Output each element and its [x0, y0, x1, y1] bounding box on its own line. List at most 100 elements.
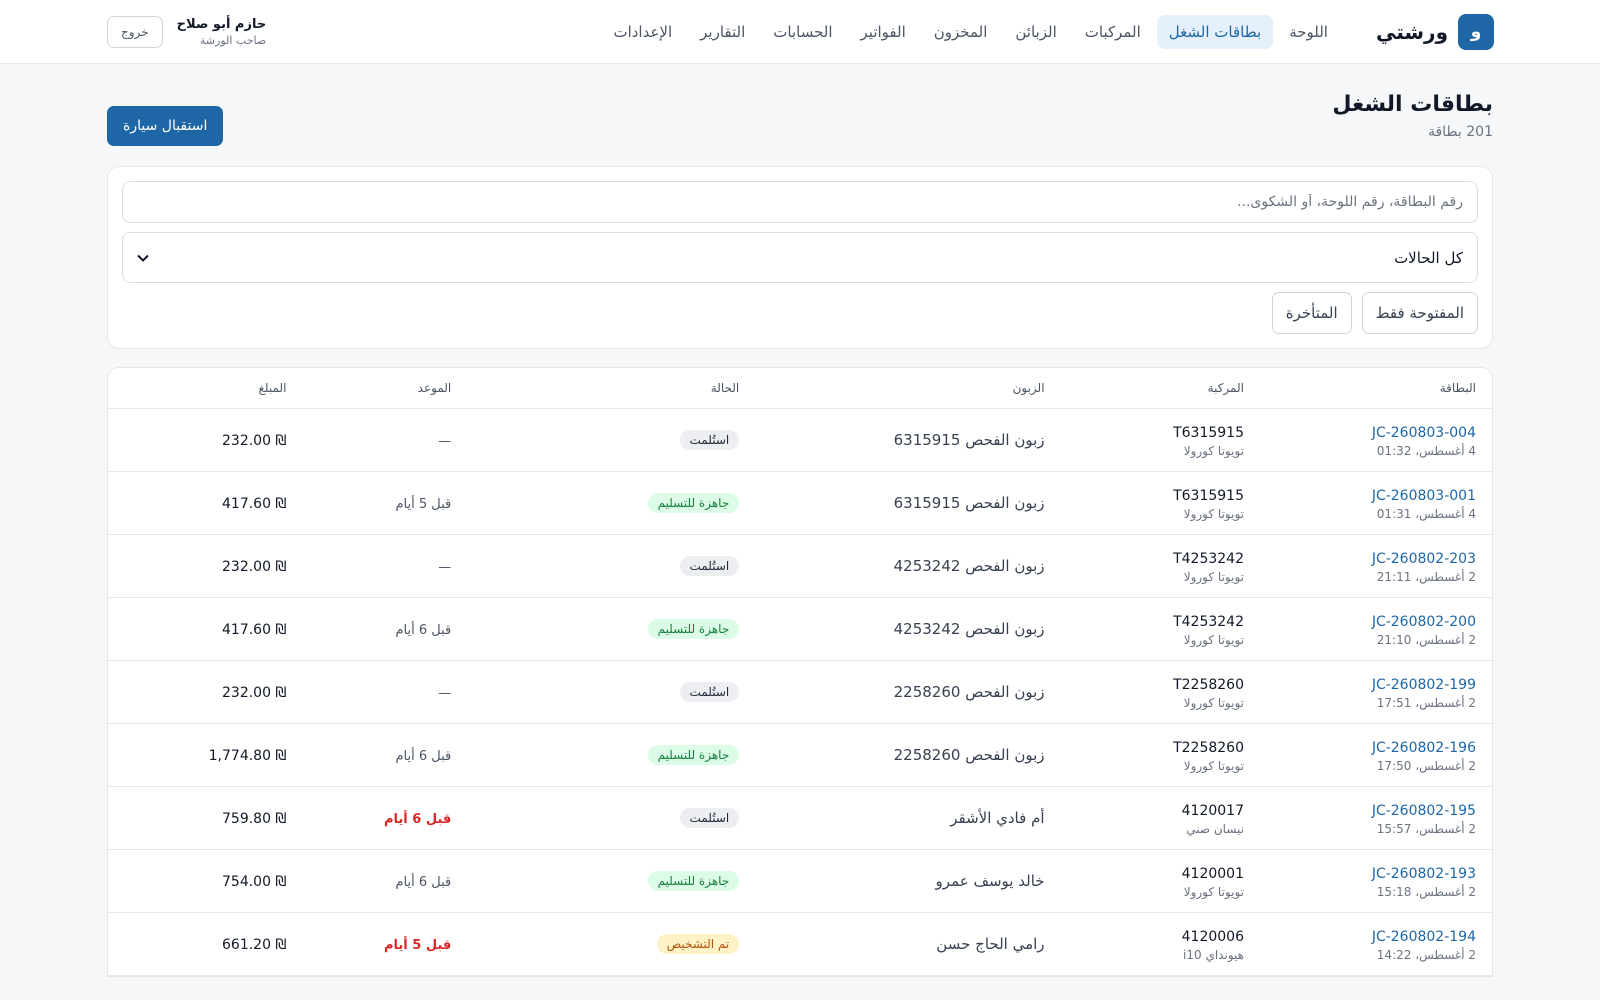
- card-id-link[interactable]: JC-260803-004: [1372, 425, 1476, 441]
- table-row[interactable]: JC-260803-001 4 أغسطس، 01:31 T6315915 تويوت…: [108, 471, 1492, 535]
- card-id-link[interactable]: JC-260802-203: [1372, 551, 1476, 567]
- header-vehicle[interactable]: المركبة: [1060, 368, 1260, 409]
- customer-cell: زبون الفحص 2258260: [755, 660, 1061, 724]
- card-cell: JC-260802-200 2 أغسطس، 21:10: [1259, 597, 1492, 661]
- nav-item[interactable]: الإعدادات: [601, 15, 684, 49]
- status-badge: تم التشخيص: [656, 934, 740, 954]
- card-date: 2 أغسطس، 21:10: [1376, 632, 1476, 647]
- card-date: 2 أغسطس، 17:50: [1376, 758, 1476, 773]
- card-id-link[interactable]: JC-260802-196: [1372, 740, 1476, 756]
- customer-cell: زبون الفحص 4253242: [755, 597, 1061, 661]
- status-badge: استُلمت: [679, 682, 740, 702]
- nav-item[interactable]: التقارير: [688, 15, 757, 49]
- card-id-link[interactable]: JC-260803-001: [1372, 488, 1476, 504]
- status-select[interactable]: كل الحالات: [122, 232, 1478, 283]
- card-id-link[interactable]: JC-260802-194: [1372, 929, 1476, 945]
- amount-value: 232.00 ₪: [222, 685, 287, 701]
- status-cell: جاهزة للتسليم: [467, 723, 756, 787]
- top-bar: و ورشتي اللوحة بطاقات الشغل المركبات الزبائ…: [0, 0, 1600, 64]
- main-nav: اللوحة بطاقات الشغل المركبات الزبائن المخزون…: [266, 14, 1340, 49]
- table-row[interactable]: JC-260802-203 2 أغسطس، 21:11 T4253242 تويوت…: [108, 534, 1492, 598]
- receive-car-button[interactable]: استقبال سيارة: [107, 106, 224, 146]
- vehicle-cell: T6315915 تويوتا كورولا: [1060, 471, 1260, 535]
- card-cell: JC-260803-001 4 أغسطس، 01:31: [1259, 471, 1492, 535]
- page-subtitle: 201 بطاقة: [1427, 124, 1493, 140]
- table-row[interactable]: JC-260802-199 2 أغسطس، 17:51 T2258260 تويوت…: [108, 660, 1492, 724]
- due-cell: قبل 6 أيام: [302, 723, 468, 787]
- vehicle-plate: T4253242: [1173, 613, 1244, 630]
- user-name: حازم أبو صلاح: [176, 16, 267, 32]
- search-input[interactable]: [122, 181, 1478, 223]
- due-cell: —: [302, 408, 468, 472]
- due-text: قبل 6 أيام: [395, 875, 452, 890]
- vehicle-plate: T4253242: [1173, 550, 1244, 567]
- status-cell: استُلمت: [467, 786, 756, 850]
- card-cell: JC-260802-195 2 أغسطس، 15:57: [1259, 786, 1492, 850]
- table-row[interactable]: JC-260802-194 2 أغسطس، 14:22 4120006 هيوندا…: [108, 912, 1492, 976]
- status-badge: استُلمت: [679, 556, 740, 576]
- status-badge: استُلمت: [679, 430, 740, 450]
- customer-cell: رامي الحاج حسن: [755, 912, 1061, 976]
- nav-item[interactable]: بطاقات الشغل: [1156, 14, 1274, 49]
- table-row[interactable]: JC-260802-196 2 أغسطس، 17:50 T2258260 تويوت…: [108, 723, 1492, 787]
- card-cell: JC-260803-004 4 أغسطس، 01:32: [1259, 408, 1492, 472]
- open-only-filter-button[interactable]: المفتوحة فقط: [1361, 292, 1478, 334]
- nav-item[interactable]: الحسابات: [761, 15, 844, 49]
- header-status[interactable]: الحالة: [467, 368, 756, 409]
- due-text: قبل 5 أيام: [383, 938, 452, 953]
- due-cell: قبل 6 أيام: [302, 849, 468, 913]
- header-amount[interactable]: المبلغ: [108, 368, 303, 409]
- nav-item[interactable]: المخزون: [922, 15, 1000, 49]
- card-date: 4 أغسطس، 01:32: [1376, 443, 1476, 458]
- card-id-link[interactable]: JC-260802-199: [1372, 677, 1476, 693]
- due-cell: قبل 6 أيام: [302, 786, 468, 850]
- amount-cell: 759.80 ₪: [108, 786, 303, 850]
- header-customer[interactable]: الزبون: [755, 368, 1061, 409]
- overdue-filter-button[interactable]: المتأخرة: [1271, 292, 1352, 334]
- nav-item[interactable]: الفواتير: [849, 15, 918, 49]
- amount-cell: 417.60 ₪: [108, 471, 303, 535]
- status-select-value: كل الحالات: [1394, 248, 1463, 267]
- due-cell: —: [302, 534, 468, 598]
- status-cell: استُلمت: [467, 534, 756, 598]
- amount-value: 417.60 ₪: [222, 496, 287, 512]
- table-body: JC-260803-004 4 أغسطس، 01:32 T6315915 تويوت…: [108, 408, 1492, 976]
- customer-name: خالد يوسف عمرو: [935, 872, 1045, 890]
- nav-item[interactable]: اللوحة: [1277, 15, 1340, 49]
- amount-value: 759.80 ₪: [222, 811, 287, 827]
- customer-cell: خالد يوسف عمرو: [755, 849, 1061, 913]
- table-row[interactable]: JC-260803-004 4 أغسطس، 01:32 T6315915 تويوت…: [108, 408, 1492, 472]
- header-due[interactable]: الموعد: [302, 368, 468, 409]
- vehicle-plate: T2258260: [1173, 676, 1244, 693]
- status-cell: تم التشخيص: [467, 912, 756, 976]
- amount-value: 232.00 ₪: [222, 433, 287, 449]
- customer-cell: زبون الفحص 6315915: [755, 471, 1061, 535]
- vehicle-model: تويوتا كورولا: [1183, 569, 1244, 584]
- vehicle-cell: 4120001 تويوتا كورولا: [1060, 849, 1260, 913]
- due-cell: قبل 5 أيام: [302, 912, 468, 976]
- nav-item[interactable]: المركبات: [1073, 15, 1153, 49]
- brand[interactable]: و ورشتي: [1376, 13, 1494, 50]
- logout-button[interactable]: خروج: [107, 15, 163, 48]
- customer-cell: زبون الفحص 4253242: [755, 534, 1061, 598]
- nav-item[interactable]: الزبائن: [1003, 15, 1068, 49]
- card-id-link[interactable]: JC-260802-193: [1372, 866, 1476, 882]
- vehicle-plate: T6315915: [1173, 424, 1244, 441]
- card-id-link[interactable]: JC-260802-200: [1372, 614, 1476, 630]
- table-row[interactable]: JC-260802-200 2 أغسطس، 21:10 T4253242 تويوت…: [108, 597, 1492, 661]
- table-row[interactable]: JC-260802-195 2 أغسطس، 15:57 4120017 نيسان …: [108, 786, 1492, 850]
- table-header-row: البطاقة المركبة الزبون الحالة الموعد الم…: [108, 368, 1492, 409]
- vehicle-model: تويوتا كورولا: [1183, 443, 1244, 458]
- header-card[interactable]: البطاقة: [1259, 368, 1492, 409]
- vehicle-cell: 4120017 نيسان صني: [1060, 786, 1260, 850]
- customer-name: زبون الفحص 4253242: [893, 620, 1045, 638]
- status-badge: استُلمت: [679, 808, 740, 828]
- vehicle-cell: T2258260 تويوتا كورولا: [1060, 723, 1260, 787]
- customer-name: رامي الحاج حسن: [936, 935, 1045, 953]
- table-row[interactable]: JC-260802-193 2 أغسطس، 15:18 4120001 تويوتا…: [108, 849, 1492, 913]
- amount-value: 417.60 ₪: [222, 622, 287, 638]
- status-cell: استُلمت: [467, 408, 756, 472]
- vehicle-model: نيسان صني: [1186, 821, 1244, 836]
- card-id-link[interactable]: JC-260802-195: [1372, 803, 1476, 819]
- card-date: 2 أغسطس، 17:51: [1376, 695, 1476, 710]
